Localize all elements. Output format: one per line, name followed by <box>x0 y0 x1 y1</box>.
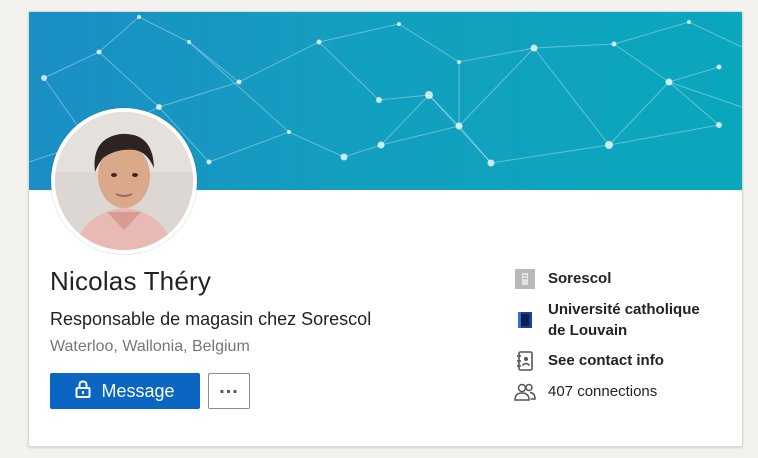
profile-location: Waterloo, Wallonia, Belgium <box>50 338 250 355</box>
contact-card-icon <box>514 350 536 372</box>
contact-info-label: See contact info <box>548 352 664 369</box>
connections-link[interactable]: 407 connections <box>514 381 657 403</box>
profile-name: Nicolas Théry <box>50 266 212 296</box>
school-name-line2: de Louvain <box>548 322 628 339</box>
more-icon: ... <box>219 375 239 398</box>
profile-photo <box>55 112 193 250</box>
current-company[interactable]: Sorescol <box>514 268 611 290</box>
message-button[interactable]: Message <box>50 373 200 409</box>
avatar[interactable] <box>51 108 197 254</box>
school-name: Université catholique de Louvain <box>548 299 700 341</box>
connections-count: 407 connections <box>548 383 658 400</box>
profile-headline: Responsable de magasin chez Sorescol <box>50 309 372 329</box>
contact-info-link[interactable]: See contact info <box>514 350 664 372</box>
profile-card: Nicolas Théry Responsable de magasin che… <box>28 11 743 447</box>
education[interactable]: Université catholique de Louvain <box>514 299 700 341</box>
message-button-label: Message <box>101 380 175 401</box>
school-icon <box>514 309 536 331</box>
company-icon <box>514 268 536 290</box>
school-name-line1: Université catholique <box>548 301 700 318</box>
more-actions-button[interactable]: ... <box>208 373 250 409</box>
people-icon <box>514 381 536 403</box>
lock-icon <box>75 379 91 403</box>
company-name: Sorescol <box>548 270 612 287</box>
